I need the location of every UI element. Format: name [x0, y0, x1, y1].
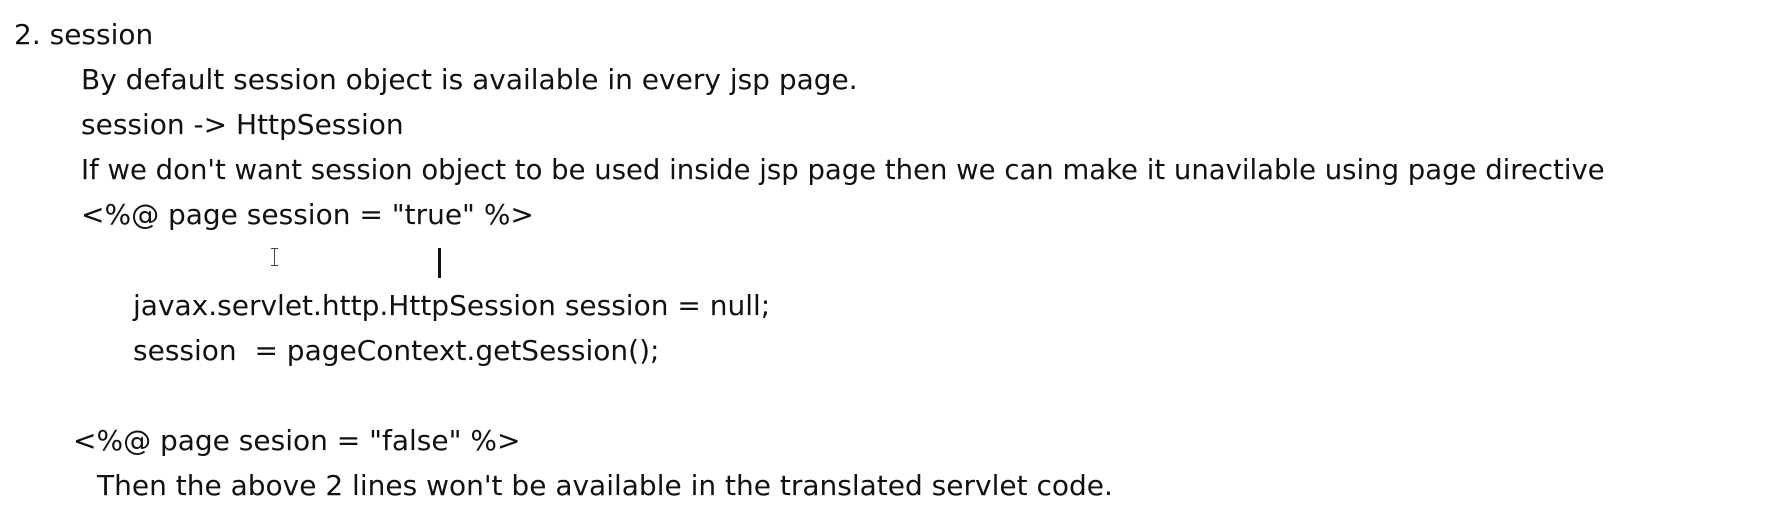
code-line-session-false: <%@ page sesion = "false" %>: [73, 424, 521, 457]
text-line-session-type: session -> HttpSession: [81, 108, 404, 141]
section-heading: 2. session: [14, 18, 154, 51]
text-cursor-icon: [270, 248, 279, 266]
text-line-disable-explanation: If we don't want session object to be us…: [81, 154, 1605, 186]
code-line-session-declaration: javax.servlet.http.HttpSession session =…: [133, 289, 771, 322]
document-page: 2. session By default session object is …: [0, 0, 1780, 523]
text-line-default-availability: By default session object is available i…: [81, 63, 858, 96]
code-line-session-true: <%@ page session = "true" %>: [81, 198, 534, 231]
code-line-session-assignment: session = pageContext.getSession();: [133, 334, 660, 367]
text-caret-icon: [438, 248, 441, 278]
text-line-translation-note: Then the above 2 lines won't be availabl…: [97, 469, 1113, 502]
